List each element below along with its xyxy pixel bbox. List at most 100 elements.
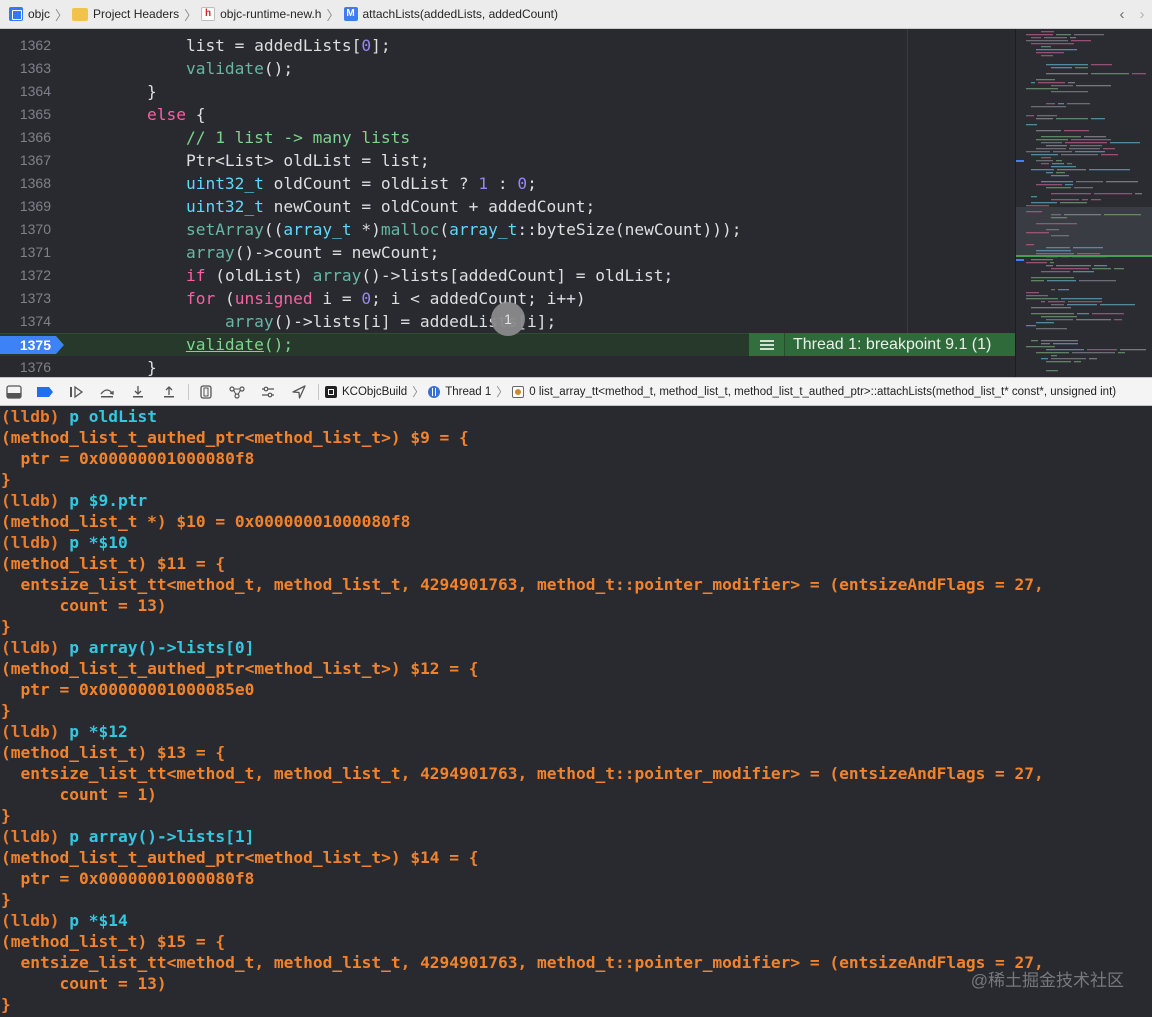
console-output-line: count = 13) <box>1 596 167 615</box>
code-line[interactable]: 1364 } <box>0 80 1015 103</box>
line-number[interactable]: 1367 <box>0 149 51 172</box>
code-text: uint32_t newCount = oldCount + addedCoun… <box>69 195 595 218</box>
breadcrumb-item-group[interactable]: Project Headers <box>72 0 179 29</box>
console-output-line: } <box>1 470 11 489</box>
line-number[interactable]: 1371 <box>0 241 51 264</box>
breadcrumb-chevron-icon: 〉 <box>496 385 509 399</box>
code-token: list = addedLists[ <box>69 36 362 55</box>
line-number[interactable]: 1362 <box>0 34 51 57</box>
debug-breadcrumb-target[interactable]: KCObjcBuild <box>325 385 407 398</box>
code-token: array_t <box>449 220 518 239</box>
code-token: ( <box>215 289 235 308</box>
lldb-command: p oldList <box>69 407 157 426</box>
code-line[interactable]: 1362 list = addedLists[0]; <box>0 34 1015 57</box>
minimap[interactable] <box>1015 29 1152 377</box>
code-line[interactable]: 1372 if (oldList) array()->lists[addedCo… <box>0 264 1015 287</box>
code-text: Ptr<List> oldList = list; <box>69 149 430 172</box>
code-token: uint32_t <box>185 174 264 193</box>
console-output-line: } <box>1 701 11 720</box>
simulate-location-icon[interactable] <box>288 382 310 402</box>
code-text: else { <box>69 103 205 126</box>
code-token: array <box>224 312 274 331</box>
menu-icon[interactable] <box>749 333 785 356</box>
line-number[interactable]: 1376 <box>0 356 51 377</box>
breakpoint-label: Thread 1: breakpoint 9.1 (1) <box>793 335 992 353</box>
code-line[interactable]: 1365 else { <box>0 103 1015 126</box>
code-token: Ptr<List> oldList = list; <box>69 151 430 170</box>
environment-overrides-icon[interactable] <box>257 382 279 402</box>
line-number[interactable]: 1370 <box>0 218 51 241</box>
code-text: } <box>69 80 157 103</box>
line-number[interactable]: 1364 <box>0 80 51 103</box>
code-line[interactable]: 1363 validate(); <box>0 57 1015 80</box>
code-text: array()->count = newCount; <box>69 241 439 264</box>
console-output-line: } <box>1 890 11 909</box>
line-number[interactable]: 1372 <box>0 264 51 287</box>
continue-icon[interactable] <box>65 382 87 402</box>
code-token: i = <box>312 289 362 308</box>
lldb-console[interactable]: (lldb) p oldList (method_list_t_authed_pt… <box>0 406 1152 1017</box>
code-line[interactable]: 1371 array()->count = newCount; <box>0 241 1015 264</box>
lldb-command: p array()->lists[0] <box>69 638 255 657</box>
line-number[interactable]: 1368 <box>0 172 51 195</box>
line-number[interactable]: 1369 <box>0 195 51 218</box>
code-token: ::byteSize(newCount))); <box>517 220 742 239</box>
thread-icon <box>428 385 441 398</box>
line-number[interactable]: 1365 <box>0 103 51 126</box>
code-line[interactable]: 1370 setArray((array_t *)malloc(array_t:… <box>0 218 1015 241</box>
debug-breadcrumb-frame[interactable]: 0 list_array_tt<method_t, method_list_t,… <box>512 385 1116 398</box>
memory-graph-icon[interactable] <box>226 382 248 402</box>
code-token: validate <box>185 59 264 78</box>
code-line[interactable]: 1368 uint32_t oldCount = oldList ? 1 : 0… <box>0 172 1015 195</box>
minimap-preview <box>1016 31 1152 372</box>
source-editor[interactable]: 1362 list = addedLists[0]; 1363 validate(… <box>0 29 1152 377</box>
breadcrumb-item-method[interactable]: M attachLists(addedLists, addedCount) <box>343 0 558 29</box>
app-target-icon <box>325 385 337 398</box>
breakpoints-toggle-icon[interactable] <box>34 382 56 402</box>
breadcrumb-label: Project Headers <box>93 7 180 21</box>
line-number[interactable]: 1373 <box>0 287 51 310</box>
minimap-breakpoint-marker <box>1016 255 1152 257</box>
console-command-line: (lldb) p *$10 <box>1 532 128 553</box>
code-token: setArray <box>185 220 264 239</box>
code-line[interactable]: 1366 // 1 list -> many lists <box>0 126 1015 149</box>
line-number[interactable]: 1363 <box>0 57 51 80</box>
view-hierarchy-icon[interactable] <box>195 382 217 402</box>
watermark: @稀土掘金技术社区 <box>970 971 1124 990</box>
back-arrow-icon[interactable]: ‹ <box>1112 6 1132 23</box>
code-token: 0 <box>361 36 372 55</box>
breakpoint-annotation[interactable]: Thread 1: breakpoint 9.1 (1) <box>749 333 1015 356</box>
code-token: array <box>185 243 235 262</box>
console-output-line: (method_list_t) $15 = { <box>1 932 226 951</box>
console-command-line: (lldb) p *$14 <box>1 910 128 931</box>
lldb-command: p *$10 <box>69 533 128 552</box>
line-number[interactable]: 1366 <box>0 126 51 149</box>
step-over-icon[interactable] <box>96 382 118 402</box>
debug-breadcrumb-thread[interactable]: Thread 1 <box>428 385 491 398</box>
breadcrumb-item-project[interactable]: objc <box>0 0 50 29</box>
lldb-prompt: (lldb) <box>1 491 70 510</box>
page-guide-line <box>907 29 908 333</box>
forward-arrow-icon[interactable]: › <box>1132 6 1152 23</box>
code-line[interactable]: 1376 } <box>0 356 1015 377</box>
code-line[interactable]: 1367 Ptr<List> oldList = list; <box>0 149 1015 172</box>
code-token: if <box>185 266 206 285</box>
touch-indicator-badge: 1 <box>491 302 525 336</box>
step-into-icon[interactable] <box>127 382 149 402</box>
code-token: oldCount = oldList ? <box>263 174 479 193</box>
step-out-icon[interactable] <box>158 382 180 402</box>
line-number[interactable]: 1374 <box>0 310 51 333</box>
code-token: *) <box>351 220 381 239</box>
hide-debug-area-icon[interactable] <box>3 382 25 402</box>
code-token: 0 <box>361 289 372 308</box>
code-text: // 1 list -> many lists <box>69 126 410 149</box>
code-line[interactable]: 1369 uint32_t newCount = oldCount + adde… <box>0 195 1015 218</box>
console-output-line: (method_list_t) $13 = { <box>1 743 226 762</box>
code-token: ( <box>439 220 450 239</box>
breadcrumb-item-file[interactable]: h objc-runtime-new.h <box>201 0 321 29</box>
